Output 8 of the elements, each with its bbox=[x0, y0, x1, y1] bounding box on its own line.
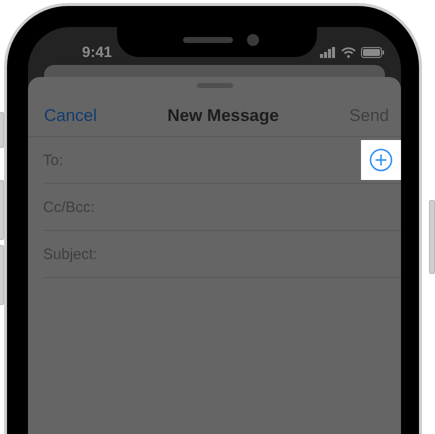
add-contact-button[interactable] bbox=[361, 140, 401, 180]
wifi-icon bbox=[341, 46, 356, 58]
status-time: 9:41 bbox=[82, 44, 112, 60]
signal-icon bbox=[320, 46, 336, 58]
cancel-button[interactable]: Cancel bbox=[44, 106, 97, 126]
plus-circle-icon bbox=[369, 148, 393, 172]
sheet-title: New Message bbox=[167, 106, 279, 126]
battery-icon bbox=[361, 46, 385, 58]
